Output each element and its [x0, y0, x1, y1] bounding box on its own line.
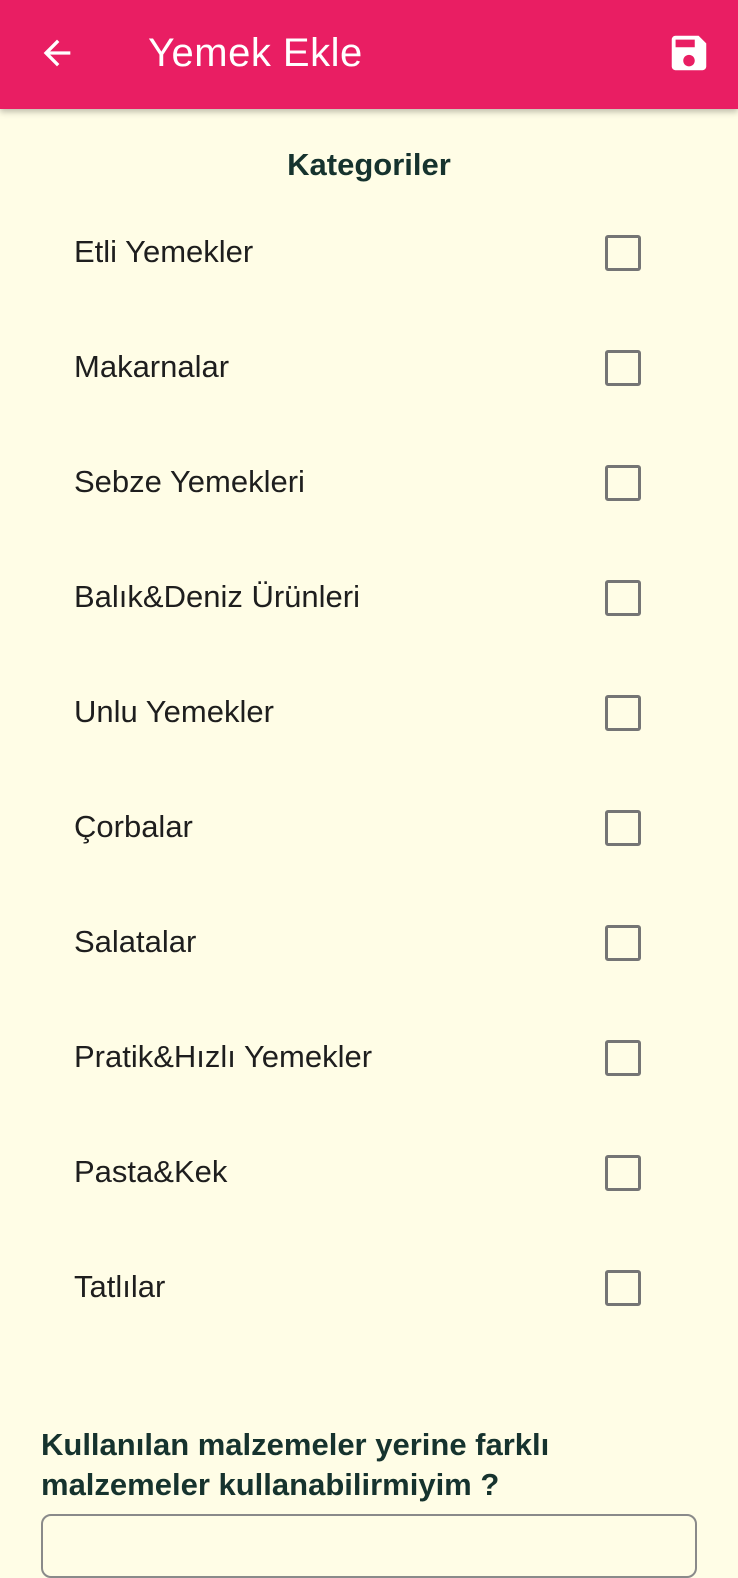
category-item-etli-yemekler[interactable]: Etli Yemekler — [0, 196, 738, 311]
category-checkbox[interactable] — [605, 1270, 641, 1306]
floppy-disk-icon — [671, 35, 707, 71]
category-checkbox[interactable] — [605, 695, 641, 731]
category-checkbox[interactable] — [605, 580, 641, 616]
category-label: Unlu Yemekler — [74, 694, 274, 729]
category-item-salatalar[interactable]: Salatalar — [0, 886, 738, 1001]
category-label: Pratik&Hızlı Yemekler — [74, 1039, 373, 1074]
category-item-pasta-kek[interactable]: Pasta&Kek — [0, 1116, 738, 1231]
category-checkbox[interactable] — [605, 810, 641, 846]
category-label: Salatalar — [74, 924, 197, 959]
category-checkbox[interactable] — [605, 1155, 641, 1191]
category-item-corbalar[interactable]: Çorbalar — [0, 771, 738, 886]
category-item-sebze-yemekleri[interactable]: Sebze Yemekleri — [0, 426, 738, 541]
category-label: Etli Yemekler — [74, 234, 254, 269]
app-bar: Yemek Ekle — [0, 0, 738, 109]
category-label: Pasta&Kek — [74, 1154, 228, 1189]
category-checkbox[interactable] — [605, 925, 641, 961]
category-label: Makarnalar — [74, 349, 230, 384]
arrow-left-icon — [43, 39, 71, 67]
category-item-tatlilar[interactable]: Tatlılar — [0, 1231, 738, 1346]
substitute-answer-field[interactable] — [41, 1514, 697, 1578]
category-label: Sebze Yemekleri — [74, 464, 305, 499]
category-item-pratik-hizli-yemekler[interactable]: Pratik&Hızlı Yemekler — [0, 1001, 738, 1116]
save-button[interactable] — [660, 24, 718, 82]
category-checkbox[interactable] — [605, 1040, 641, 1076]
category-checkbox[interactable] — [605, 465, 641, 501]
category-item-unlu-yemekler[interactable]: Unlu Yemekler — [0, 656, 738, 771]
category-label: Çorbalar — [74, 809, 193, 844]
categories-heading: Kategoriler — [287, 147, 451, 182]
category-item-balik-deniz-urunleri[interactable]: Balık&Deniz Ürünleri — [0, 541, 738, 656]
category-label: Balık&Deniz Ürünleri — [74, 579, 360, 614]
category-item-makarnalar[interactable]: Makarnalar — [0, 311, 738, 426]
category-list: Etli Yemekler Makarnalar Sebze Yemekleri… — [0, 196, 738, 1346]
category-label: Tatlılar — [74, 1269, 166, 1304]
substitute-question-label: Kullanılan malzemeler yerine farklı malz… — [41, 1427, 550, 1502]
page-title: Yemek Ekle — [148, 31, 363, 75]
category-checkbox[interactable] — [605, 235, 641, 271]
back-button[interactable] — [28, 26, 86, 80]
category-checkbox[interactable] — [605, 350, 641, 386]
